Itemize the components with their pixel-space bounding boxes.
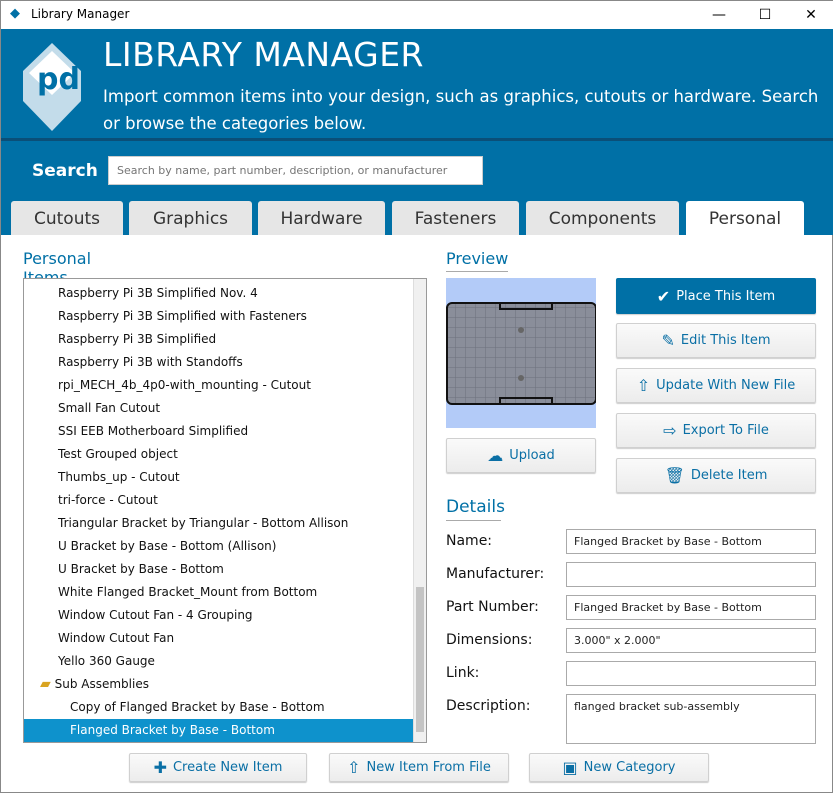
app-icon: ◆ xyxy=(10,6,20,21)
list-item[interactable]: Copy of Flanged Bracket by Base - Bottom xyxy=(24,696,414,719)
minimize-button[interactable]: — xyxy=(696,1,742,29)
preview-heading: Preview xyxy=(446,249,508,272)
update-file-button[interactable]: ⇧ Update With New File xyxy=(616,368,816,403)
divider xyxy=(1,138,833,141)
tab-hardware[interactable]: Hardware xyxy=(258,201,385,235)
list-item[interactable]: Thumbs_up - Cutout xyxy=(24,466,414,489)
field-label: Description: xyxy=(446,698,531,714)
tab-cutouts[interactable]: Cutouts xyxy=(11,201,123,235)
new-from-file-button[interactable]: ⇧ New Item From File xyxy=(329,753,509,782)
part-number-field[interactable]: Flanged Bracket by Base - Bottom xyxy=(566,595,816,620)
list-item[interactable]: rpi_MECH_4b_4p0-with_mounting - Cutout xyxy=(24,374,414,397)
list-item[interactable]: Window Cutout Fan xyxy=(24,627,414,650)
list-item[interactable]: Test Grouped object xyxy=(24,443,414,466)
cloud-upload-icon: ☁ xyxy=(487,446,504,465)
list-item[interactable]: tri-force - Cutout xyxy=(24,489,414,512)
list-item[interactable]: Small Fan Cutout xyxy=(24,397,414,420)
items-list[interactable]: Raspberry Pi 3B Simplified Nov. 4 Raspber… xyxy=(23,278,427,743)
folder-icon: ▰ xyxy=(40,676,51,692)
plus-icon: ✚ xyxy=(153,758,167,777)
place-item-button[interactable]: ✔ Place This Item xyxy=(616,278,816,314)
check-icon: ✔ xyxy=(656,286,671,306)
list-item[interactable]: Raspberry Pi 3B Simplified xyxy=(24,328,414,351)
folder-plus-icon: ▣ xyxy=(562,758,578,777)
scrollbar-thumb[interactable] xyxy=(416,587,424,732)
tab-graphics[interactable]: Graphics xyxy=(129,201,252,235)
upload-button[interactable]: ☁ Upload xyxy=(446,438,596,473)
manufacturer-field[interactable] xyxy=(566,562,816,587)
upload-label: Upload xyxy=(509,448,555,463)
tab-personal[interactable]: Personal xyxy=(686,201,804,235)
maximize-button[interactable]: ☐ xyxy=(742,1,788,29)
scrollbar[interactable] xyxy=(413,279,426,742)
list-item[interactable]: Flanged Bracket by Base - Bottom xyxy=(24,719,414,742)
title-bar: ◆ Library Manager — ☐ ✕ xyxy=(1,1,833,29)
description-field[interactable]: flanged bracket sub-assembly xyxy=(566,694,816,744)
list-item[interactable]: Yello 360 Gauge xyxy=(24,650,414,673)
new-category-button[interactable]: ▣ New Category xyxy=(529,753,709,782)
item-preview xyxy=(446,278,597,428)
file-export-icon: ⇨ xyxy=(663,421,677,440)
list-item[interactable]: U Bracket by Base - Bottom xyxy=(24,558,414,581)
page-title: LIBRARY MANAGER xyxy=(103,35,424,74)
logo-icon: pd xyxy=(23,43,81,131)
field-label: Part Number: xyxy=(446,599,539,615)
list-item[interactable]: SSI EEB Motherboard Simplified xyxy=(24,420,414,443)
field-label: Dimensions: xyxy=(446,632,533,648)
edit-item-button[interactable]: ✎ Edit This Item xyxy=(616,323,816,358)
tab-components[interactable]: Components xyxy=(526,201,679,235)
edit-label: Edit This Item xyxy=(680,333,771,348)
list-item[interactable]: Triangular Bracket by Triangular - Botto… xyxy=(24,512,414,535)
name-field[interactable]: Flanged Bracket by Base - Bottom xyxy=(566,529,816,554)
page-subtitle: Import common items into your design, su… xyxy=(103,87,819,133)
file-upload-icon: ⇧ xyxy=(636,376,651,395)
folder-label: Sub Assemblies xyxy=(54,677,149,691)
folder-item[interactable]: ▰ Sub Assemblies xyxy=(24,673,414,696)
list-item[interactable]: White Flanged Bracket_Mount from Bottom xyxy=(24,581,414,604)
from-file-label: New Item From File xyxy=(366,760,491,775)
list-item[interactable]: Window Cutout Fan - 4 Grouping xyxy=(24,604,414,627)
delete-label: Delete Item xyxy=(690,468,768,483)
close-button[interactable]: ✕ xyxy=(788,1,833,29)
field-label: Manufacturer: xyxy=(446,566,545,582)
edit-icon: ✎ xyxy=(661,331,675,350)
create-item-button[interactable]: ✚ Create New Item xyxy=(129,753,307,782)
list-item[interactable]: Raspberry Pi 3B with Standoffs xyxy=(24,351,414,374)
tab-fasteners[interactable]: Fasteners xyxy=(392,201,519,235)
place-label: Place This Item xyxy=(676,288,776,304)
search-input[interactable] xyxy=(108,156,483,185)
export-label: Export To File xyxy=(682,423,769,438)
category-label: New Category xyxy=(583,760,676,775)
search-label: Search xyxy=(32,161,98,181)
file-upload-icon: ⇧ xyxy=(347,758,361,777)
window-title: Library Manager xyxy=(31,7,130,21)
trash-icon: 🗑 xyxy=(664,466,685,485)
details-heading: Details xyxy=(446,497,505,521)
link-field[interactable] xyxy=(566,661,816,686)
create-label: Create New Item xyxy=(172,760,283,775)
svg-text:pd: pd xyxy=(37,62,80,97)
list-item[interactable]: U Bracket by Base - Bottom (Allison) xyxy=(24,535,414,558)
export-file-button[interactable]: ⇨ Export To File xyxy=(616,413,816,448)
field-label: Name: xyxy=(446,533,493,549)
delete-item-button[interactable]: 🗑 Delete Item xyxy=(616,458,816,493)
field-label: Link: xyxy=(446,665,480,681)
list-item[interactable]: Raspberry Pi 3B Simplified with Fastener… xyxy=(24,305,414,328)
header: pd LIBRARY MANAGER Import common items i… xyxy=(1,29,833,235)
update-label: Update With New File xyxy=(656,378,796,393)
dimensions-field[interactable]: 3.000" x 2.000" xyxy=(566,628,816,653)
list-item[interactable]: Raspberry Pi 3B Simplified Nov. 4 xyxy=(24,282,414,305)
